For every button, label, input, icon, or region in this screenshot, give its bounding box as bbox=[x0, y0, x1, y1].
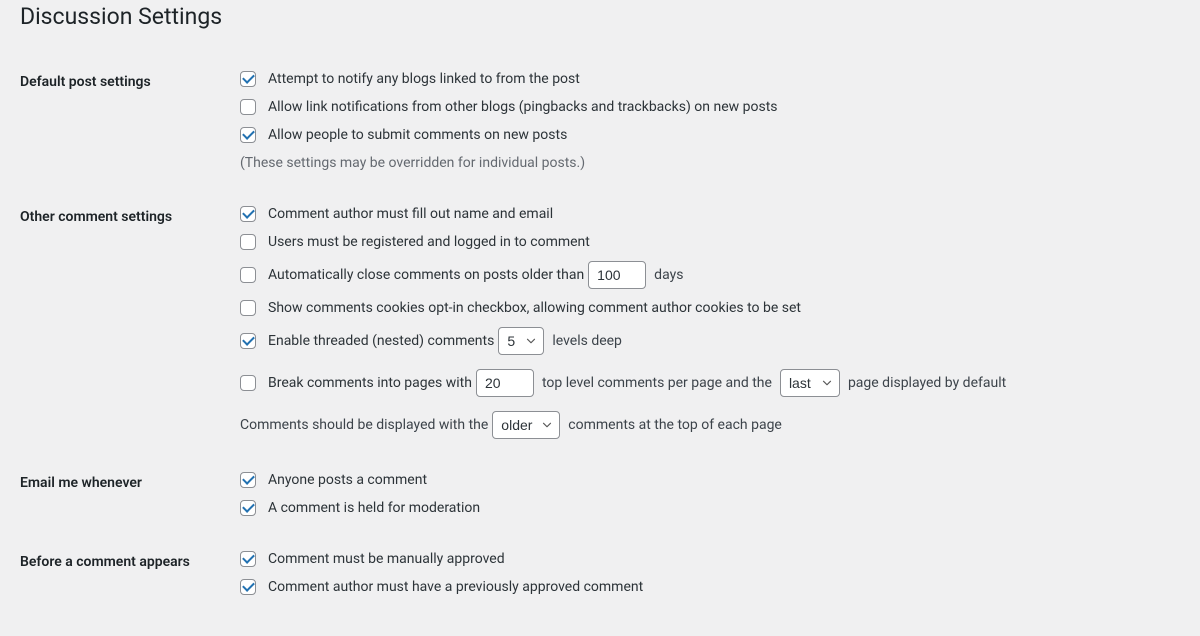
notify-blogs-checkbox[interactable] bbox=[240, 71, 256, 87]
threaded-levels-select[interactable]: 5 bbox=[498, 327, 544, 355]
default-post-help-text: (These settings may be overridden for in… bbox=[240, 154, 1170, 172]
section-other-comment-label: Other comment settings bbox=[20, 193, 240, 460]
cookies-optin-label[interactable]: Show comments cookies opt-in checkbox, a… bbox=[268, 299, 801, 317]
require-name-email-label[interactable]: Comment author must fill out name and em… bbox=[268, 205, 553, 223]
allow-pingbacks-checkbox[interactable] bbox=[240, 99, 256, 115]
threaded-checkbox[interactable] bbox=[240, 333, 256, 349]
order-label-before: Comments should be displayed with the bbox=[240, 416, 488, 434]
threaded-label-before[interactable]: Enable threaded (nested) comments bbox=[268, 332, 494, 350]
notify-blogs-label[interactable]: Attempt to notify any blogs linked to fr… bbox=[268, 70, 580, 88]
cookies-optin-checkbox[interactable] bbox=[240, 300, 256, 316]
auto-close-checkbox[interactable] bbox=[240, 267, 256, 283]
auto-close-days-input[interactable] bbox=[588, 261, 646, 289]
held-moderation-label[interactable]: A comment is held for moderation bbox=[268, 499, 480, 517]
manual-approve-checkbox[interactable] bbox=[240, 551, 256, 567]
order-label-after: comments at the top of each page bbox=[568, 416, 782, 434]
require-name-email-checkbox[interactable] bbox=[240, 206, 256, 222]
held-moderation-checkbox[interactable] bbox=[240, 500, 256, 516]
anyone-posts-checkbox[interactable] bbox=[240, 472, 256, 488]
allow-comments-checkbox[interactable] bbox=[240, 127, 256, 143]
anyone-posts-label[interactable]: Anyone posts a comment bbox=[268, 471, 427, 489]
allow-pingbacks-label[interactable]: Allow link notifications from other blog… bbox=[268, 98, 778, 116]
settings-table: Default post settings Attempt to notify … bbox=[20, 58, 1180, 616]
auto-close-label-after: days bbox=[654, 266, 683, 284]
auto-close-label-before[interactable]: Automatically close comments on posts ol… bbox=[268, 266, 584, 284]
prev-approved-label[interactable]: Comment author must have a previously ap… bbox=[268, 578, 643, 596]
paginate-label-after: page displayed by default bbox=[848, 374, 1006, 392]
paginate-per-page-input[interactable] bbox=[476, 369, 534, 397]
page-title: Discussion Settings bbox=[20, 0, 1180, 38]
allow-comments-label[interactable]: Allow people to submit comments on new p… bbox=[268, 126, 567, 144]
section-default-post-label: Default post settings bbox=[20, 58, 240, 193]
threaded-label-after: levels deep bbox=[552, 332, 622, 350]
paginate-default-page-select[interactable]: last bbox=[780, 369, 840, 397]
paginate-checkbox[interactable] bbox=[240, 375, 256, 391]
require-registration-label[interactable]: Users must be registered and logged in t… bbox=[268, 233, 590, 251]
prev-approved-checkbox[interactable] bbox=[240, 579, 256, 595]
paginate-label-mid: top level comments per page and the bbox=[542, 374, 772, 392]
paginate-label-before[interactable]: Break comments into pages with bbox=[268, 374, 472, 392]
manual-approve-label[interactable]: Comment must be manually approved bbox=[268, 550, 505, 568]
section-email-me-label: Email me whenever bbox=[20, 459, 240, 537]
section-before-appears-label: Before a comment appears bbox=[20, 538, 240, 616]
require-registration-checkbox[interactable] bbox=[240, 234, 256, 250]
order-select[interactable]: older bbox=[492, 411, 560, 439]
